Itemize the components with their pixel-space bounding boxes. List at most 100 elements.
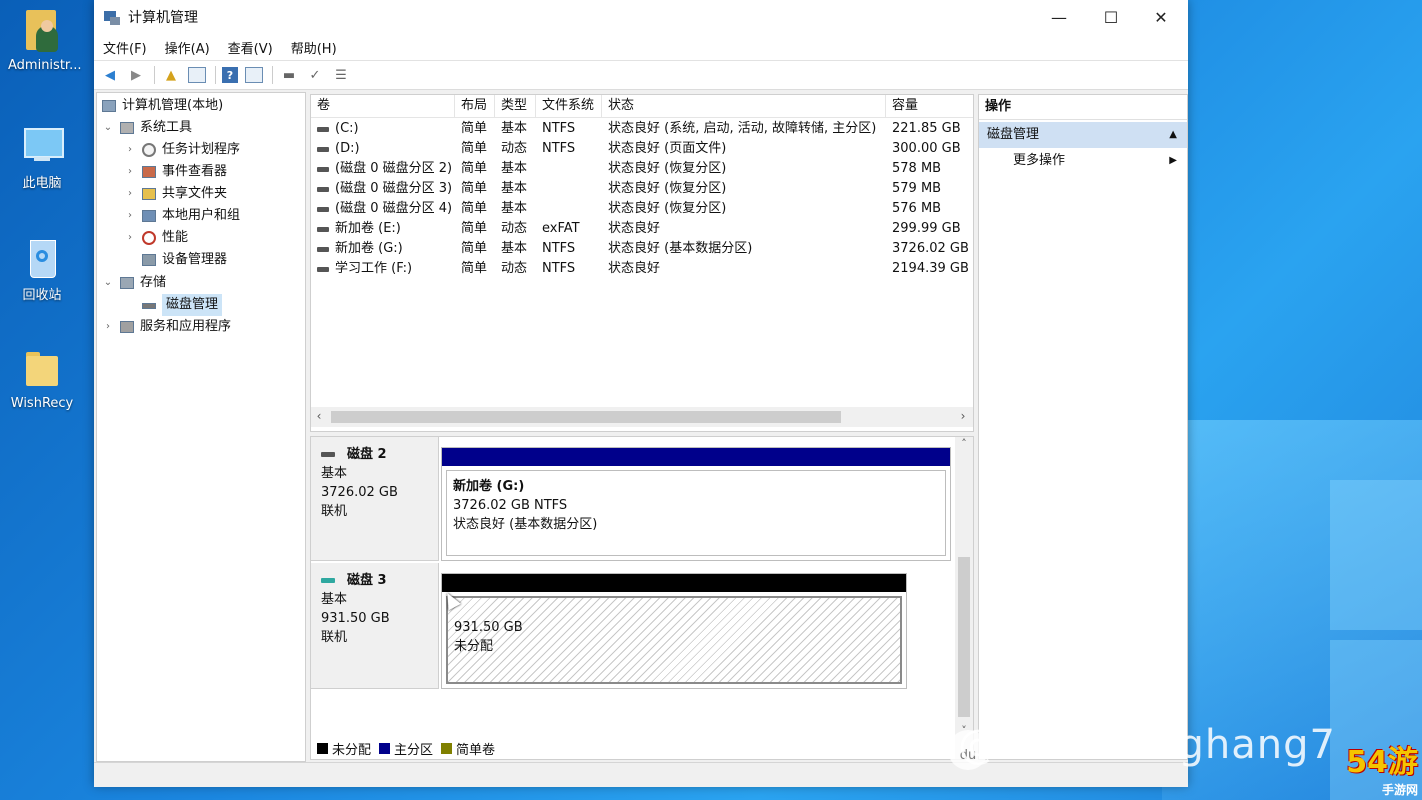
- actions-header: 操作: [979, 95, 1187, 120]
- device-manager-icon: [141, 252, 157, 268]
- back-arrow-icon[interactable]: ◀: [100, 65, 120, 85]
- computer-management-icon: [101, 98, 117, 114]
- table-row[interactable]: 学习工作 (F:) 简单 动态 NTFS 状态良好 2194.39 GB: [311, 259, 973, 279]
- scroll-up-icon[interactable]: ˄: [955, 437, 973, 450]
- table-row[interactable]: 新加卷 (E:) 简单 动态 exFAT 状态良好 299.99 GB: [311, 219, 973, 239]
- disk-size: 3726.02 GB: [321, 485, 398, 500]
- storage-icon: [119, 275, 135, 291]
- chevron-right-icon[interactable]: ›: [123, 227, 137, 249]
- chevron-right-icon[interactable]: ›: [123, 161, 137, 183]
- tree-item-task-scheduler[interactable]: › 任务计划程序: [123, 139, 240, 161]
- partition-body: 新加卷 (G:) 3726.02 GB NTFS 状态良好 (基本数据分区): [446, 470, 946, 556]
- menu-action[interactable]: 操作(A): [156, 38, 219, 57]
- help-icon[interactable]: ?: [222, 67, 238, 83]
- close-button[interactable]: ✕: [1136, 0, 1186, 34]
- drive-icon: [317, 166, 329, 172]
- scrollbar-thumb[interactable]: [958, 557, 970, 717]
- chevron-down-icon[interactable]: ⌄: [101, 272, 115, 294]
- maximize-button[interactable]: ☐: [1086, 0, 1136, 34]
- desktop-icon-wishrecy[interactable]: WishRecy: [8, 348, 76, 411]
- cell-status: 状态良好 (基本数据分区): [608, 241, 753, 256]
- more-actions-item[interactable]: 更多操作 ▶: [979, 148, 1187, 174]
- column-header-layout[interactable]: 布局: [455, 95, 495, 117]
- cell-capacity: 300.00 GB: [892, 141, 961, 156]
- chevron-down-icon[interactable]: ⌄: [101, 117, 115, 139]
- menu-view[interactable]: 查看(V): [219, 38, 282, 57]
- scrollbar-thumb[interactable]: [331, 411, 841, 423]
- minimize-button[interactable]: —: [1034, 0, 1084, 34]
- table-row[interactable]: (C:) 简单 基本 NTFS 状态良好 (系统, 启动, 活动, 故障转储, 主分区)…: [311, 119, 973, 139]
- disk-size: 931.50 GB: [321, 611, 390, 626]
- tree-item-storage[interactable]: ⌄ 存储: [101, 272, 166, 294]
- actions-pane: 操作 磁盘管理 ▲ 更多操作 ▶: [978, 94, 1188, 760]
- cell-text: (C:): [335, 121, 359, 136]
- tree-item-local-users[interactable]: › 本地用户和组: [123, 205, 240, 227]
- disk-2-label[interactable]: 磁盘 2 基本 3726.02 GB 联机: [311, 437, 439, 561]
- partition-unallocated[interactable]: 931.50 GB 未分配: [441, 573, 907, 689]
- column-header-capacity[interactable]: 容量: [886, 95, 973, 117]
- collapse-up-icon[interactable]: ▲: [1169, 122, 1177, 148]
- tree-item-system-tools[interactable]: ⌄ 系统工具: [101, 117, 192, 139]
- cell-filesystem: NTFS: [542, 141, 576, 156]
- disk-graphical-view: 磁盘 2 基本 3726.02 GB 联机 新加卷 (G:) 3726.02 G…: [310, 436, 974, 760]
- check-icon[interactable]: ✓: [305, 65, 325, 85]
- menu-file[interactable]: 文件(F): [94, 38, 156, 57]
- list-icon[interactable]: ☰: [331, 65, 351, 85]
- table-row[interactable]: (磁盘 0 磁盘分区 4) 简单 基本 状态良好 (恢复分区) 576 MB: [311, 199, 973, 219]
- cell-status: 状态良好 (系统, 启动, 活动, 故障转储, 主分区): [608, 121, 877, 136]
- volume-list: 卷 布局 类型 文件系统 状态 容量 (C:) 简单 基本 NTFS 状态良好 (系统,…: [310, 94, 974, 432]
- tree-item-performance[interactable]: › 性能: [123, 227, 188, 249]
- desktop-icon-label: Administr...: [8, 58, 82, 73]
- toolbar-separator: [215, 66, 216, 84]
- column-header-filesystem[interactable]: 文件系统: [536, 95, 602, 117]
- tree-item-shared-folders[interactable]: › 共享文件夹: [123, 183, 227, 205]
- connect-icon[interactable]: ▬: [279, 65, 299, 85]
- vertical-scrollbar[interactable]: ˄ ˅: [955, 437, 973, 759]
- tree-item-disk-management[interactable]: 磁盘管理: [123, 294, 223, 316]
- cell-type: 基本: [501, 161, 528, 176]
- partition-new-volume-g[interactable]: 新加卷 (G:) 3726.02 GB NTFS 状态良好 (基本数据分区): [441, 447, 951, 561]
- tree-item-device-manager[interactable]: 设备管理器: [123, 249, 227, 271]
- chevron-right-icon[interactable]: ›: [123, 183, 137, 205]
- properties-view-icon[interactable]: [244, 65, 264, 85]
- scroll-right-icon[interactable]: ›: [955, 409, 971, 423]
- cell-filesystem: NTFS: [542, 121, 576, 136]
- desktop-icon-this-pc[interactable]: 此电脑: [8, 124, 76, 191]
- actions-section-label: 磁盘管理: [987, 127, 1040, 142]
- chevron-right-icon[interactable]: ›: [123, 205, 137, 227]
- column-header-status[interactable]: 状态: [602, 95, 886, 117]
- desktop-icon-administrator[interactable]: Administr...: [8, 10, 82, 73]
- cell-filesystem: [536, 159, 602, 179]
- tree-item-event-viewer[interactable]: › 事件查看器: [123, 161, 227, 183]
- chevron-right-icon[interactable]: ›: [101, 316, 115, 338]
- tree-item-computer-management[interactable]: 计算机管理(本地): [101, 95, 223, 117]
- show-hide-tree-icon[interactable]: [187, 65, 207, 85]
- users-icon: [141, 208, 157, 224]
- table-row[interactable]: 新加卷 (G:) 简单 基本 NTFS 状态良好 (基本数据分区) 3726.02 GB: [311, 239, 973, 259]
- cell-type: 基本: [501, 181, 528, 196]
- partition-body: 931.50 GB 未分配: [446, 596, 902, 684]
- partition-title: 新加卷 (G:): [453, 479, 525, 494]
- forward-arrow-icon[interactable]: ▶: [126, 65, 146, 85]
- menu-help[interactable]: 帮助(H): [282, 38, 346, 57]
- horizontal-scrollbar[interactable]: ‹ ›: [311, 407, 973, 427]
- table-row[interactable]: (D:) 简单 动态 NTFS 状态良好 (页面文件) 300.00 GB: [311, 139, 973, 159]
- disk-3-label[interactable]: 磁盘 3 基本 931.50 GB 联机: [311, 563, 439, 689]
- up-folder-icon[interactable]: ▲: [161, 65, 181, 85]
- tree-item-label: 系统工具: [140, 120, 193, 135]
- cell-layout: 简单: [461, 241, 488, 256]
- scroll-left-icon[interactable]: ‹: [311, 409, 327, 423]
- chevron-right-icon[interactable]: ›: [123, 139, 137, 161]
- drive-icon: [317, 266, 329, 272]
- clock-icon: [141, 142, 157, 158]
- column-header-volume[interactable]: 卷: [311, 95, 455, 117]
- cell-type: 动态: [501, 221, 528, 236]
- legend-swatch: [379, 743, 391, 754]
- desktop-icon-recycle-bin[interactable]: 回收站: [8, 236, 76, 303]
- table-row[interactable]: (磁盘 0 磁盘分区 2) 简单 基本 状态良好 (恢复分区) 578 MB: [311, 159, 973, 179]
- column-header-type[interactable]: 类型: [495, 95, 536, 117]
- actions-section-disk-management[interactable]: 磁盘管理 ▲: [979, 122, 1187, 148]
- table-row[interactable]: (磁盘 0 磁盘分区 3) 简单 基本 状态良好 (恢复分区) 579 MB: [311, 179, 973, 199]
- tree-item-services-apps[interactable]: › 服务和应用程序: [101, 316, 231, 338]
- title-bar[interactable]: 计算机管理 — ☐ ✕: [94, 0, 1188, 34]
